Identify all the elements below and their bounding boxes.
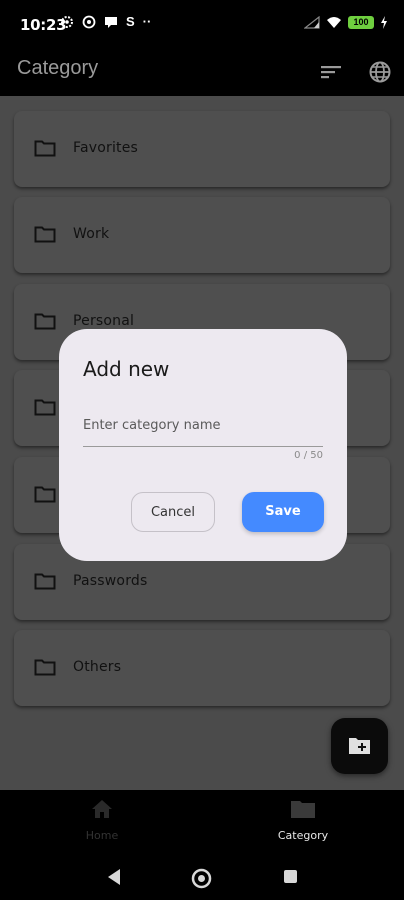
- recents-icon[interactable]: [283, 869, 298, 884]
- home-icon: [92, 800, 112, 818]
- status-right: 100: [304, 16, 388, 29]
- wifi-icon: [327, 17, 341, 28]
- folder-icon: [34, 399, 56, 416]
- category-label: Passwords: [73, 573, 148, 589]
- chat-icon: [105, 16, 117, 28]
- battery-icon: 100: [348, 16, 374, 29]
- category-label: Personal: [73, 313, 135, 329]
- category-item-work[interactable]: Work: [14, 197, 390, 273]
- add-category-dialog: Add new 0 / 50 Cancel Save: [59, 329, 347, 561]
- folder-icon: [34, 659, 56, 676]
- category-label: Favorites: [73, 140, 139, 156]
- nav-category-label: Category: [277, 829, 329, 842]
- folder-icon: [291, 801, 315, 818]
- settings-icon: [61, 15, 73, 28]
- add-folder-icon: [349, 738, 370, 754]
- folder-icon: [34, 313, 56, 330]
- app-bar: Category: [0, 48, 404, 96]
- category-item-others[interactable]: Others: [14, 630, 390, 706]
- character-counter: 0 / 50: [294, 450, 323, 461]
- globe-icon: [369, 61, 391, 83]
- back-icon[interactable]: [106, 868, 122, 886]
- nav-home-label: Home: [85, 829, 119, 842]
- s-icon: S: [126, 14, 135, 29]
- folder-icon: [34, 573, 56, 590]
- folder-icon: [34, 486, 56, 503]
- category-name-input[interactable]: [83, 413, 323, 447]
- sort-button[interactable]: [317, 58, 345, 86]
- status-bar: 10:23 S ·· 100: [0, 0, 404, 48]
- bottom-navigation: Home Category: [0, 790, 404, 858]
- language-button[interactable]: [366, 58, 394, 86]
- signal-icon: [304, 16, 320, 29]
- at-icon: [82, 15, 96, 28]
- category-item-favorites[interactable]: Favorites: [14, 111, 390, 187]
- folder-icon: [34, 226, 56, 243]
- folder-icon: [34, 140, 56, 157]
- category-label: Work: [73, 226, 110, 242]
- category-label: Others: [73, 659, 122, 675]
- nav-home[interactable]: Home: [52, 798, 152, 842]
- sort-icon: [321, 66, 341, 79]
- nav-category[interactable]: Category: [253, 798, 353, 842]
- charging-icon: [381, 16, 387, 29]
- add-category-fab[interactable]: [331, 718, 388, 774]
- cancel-button[interactable]: Cancel: [131, 492, 215, 532]
- page-title: Category: [17, 57, 99, 79]
- status-icons: S ··: [60, 14, 151, 29]
- dialog-title: Add new: [83, 357, 170, 381]
- system-navigation-bar: [0, 858, 404, 900]
- save-button[interactable]: Save: [242, 492, 324, 532]
- more-dots-icon: ··: [142, 14, 152, 29]
- home-circle-icon[interactable]: [191, 868, 212, 889]
